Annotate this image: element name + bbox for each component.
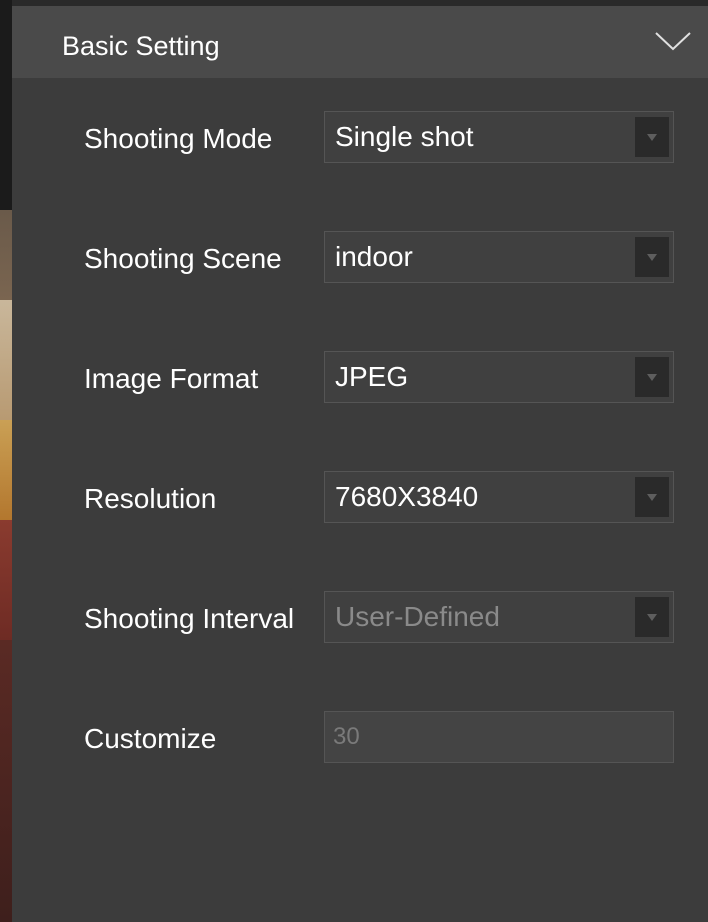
app-window: Basic Setting Shooting Mode Single shot … — [0, 0, 708, 922]
customize-label: Customize — [84, 723, 217, 754]
shooting-interval-select[interactable]: User-Defined — [324, 591, 674, 643]
panel-header[interactable]: Basic Setting — [12, 6, 708, 78]
resolution-value: 7680X3840 — [335, 481, 479, 512]
customize-value: 30 — [333, 723, 360, 750]
image-format-select[interactable]: JPEG — [324, 351, 674, 403]
shooting-interval-value: User-Defined — [335, 601, 500, 632]
shooting-mode-dropdown-button[interactable] — [635, 117, 669, 157]
shooting-scene-select[interactable]: indoor — [324, 231, 674, 283]
shooting-mode-label: Shooting Mode — [84, 123, 273, 154]
dropdown-arrow-icon — [647, 134, 657, 141]
background-window-strip — [0, 0, 12, 922]
dropdown-arrow-icon — [647, 614, 657, 621]
customize-input[interactable]: 30 — [324, 711, 674, 763]
shooting-interval-label: Shooting Interval — [84, 603, 295, 634]
dropdown-arrow-icon — [647, 254, 657, 261]
shooting-mode-select[interactable]: Single shot — [324, 111, 674, 163]
chevron-down-icon[interactable] — [654, 30, 692, 52]
resolution-select[interactable]: 7680X3840 — [324, 471, 674, 523]
image-format-label: Image Format — [84, 363, 259, 394]
dropdown-arrow-icon — [647, 494, 657, 501]
resolution-dropdown-button[interactable] — [635, 477, 669, 517]
shooting-scene-label: Shooting Scene — [84, 243, 282, 274]
panel-title: Basic Setting — [62, 31, 220, 61]
image-format-dropdown-button[interactable] — [635, 357, 669, 397]
shooting-mode-value: Single shot — [335, 121, 474, 152]
resolution-label: Resolution — [84, 483, 217, 514]
dropdown-arrow-icon — [647, 374, 657, 381]
shooting-interval-dropdown-button[interactable] — [635, 597, 669, 637]
shooting-scene-dropdown-button[interactable] — [635, 237, 669, 277]
shooting-scene-value: indoor — [335, 241, 413, 272]
image-format-value: JPEG — [335, 361, 409, 392]
